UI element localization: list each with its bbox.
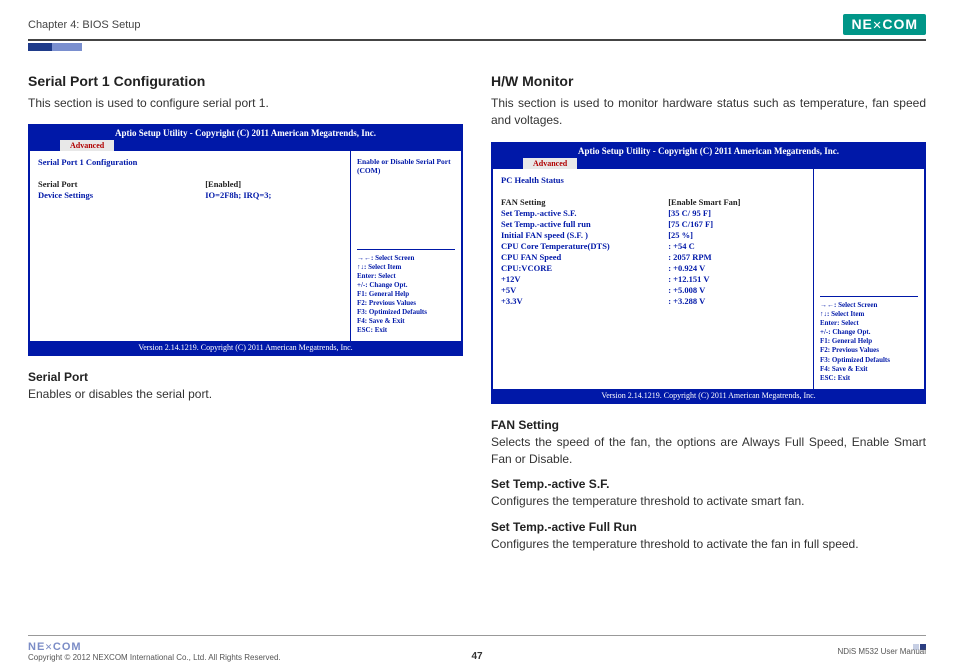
bios-setting-row[interactable]: Device SettingsIO=2F8h; IRQ=3; [38, 190, 342, 200]
bios-title: Aptio Setup Utility - Copyright (C) 2011… [30, 126, 461, 140]
bios-main-panel: Serial Port 1 Configuration Serial Port[… [30, 151, 351, 341]
bios-setting-row[interactable]: +5V: +5.008 V [501, 285, 805, 295]
bios-help-line: ESC: Exit [820, 374, 918, 383]
section-title-hwmon: H/W Monitor [491, 73, 926, 89]
bios-setting-row[interactable]: Set Temp.-active S.F.[35 C/ 95 F] [501, 208, 805, 218]
subdesc-serial-port: Enables or disables the serial port. [28, 386, 463, 403]
bios-heading: PC Health Status [501, 175, 805, 185]
bios-help-keys: →←: Select Screen↑↓: Select ItemEnter: S… [357, 249, 455, 336]
bios-window-serial: Aptio Setup Utility - Copyright (C) 2011… [28, 124, 463, 356]
subheading-set-temp-full: Set Temp.-active Full Run [491, 520, 926, 534]
bios-help-keys: →←: Select Screen↑↓: Select ItemEnter: S… [820, 296, 918, 383]
bios-tabs: Advanced [493, 158, 924, 169]
bios-tab-advanced[interactable]: Advanced [523, 158, 577, 169]
subheading-set-temp-sf: Set Temp.-active S.F. [491, 477, 926, 491]
page-header: Chapter 4: BIOS Setup NE✕COM [28, 14, 926, 41]
bios-tabs: Advanced [30, 140, 461, 151]
bios-help-line: F2: Previous Values [820, 346, 918, 355]
right-column: H/W Monitor This section is used to moni… [491, 73, 926, 553]
section-desc-hwmon: This section is used to monitor hardware… [491, 95, 926, 130]
subheading-serial-port: Serial Port [28, 370, 463, 384]
subheading-fan-setting: FAN Setting [491, 418, 926, 432]
bios-help-line: F4: Save & Exit [357, 317, 455, 326]
bios-help-line: F1: General Help [820, 337, 918, 346]
bios-help-line: Enter: Select [820, 319, 918, 328]
bios-title: Aptio Setup Utility - Copyright (C) 2011… [493, 144, 924, 158]
bios-help-line: F2: Previous Values [357, 299, 455, 308]
bios-help-line: ↑↓: Select Item [357, 263, 455, 272]
left-column: Serial Port 1 Configuration This section… [28, 73, 463, 553]
footer-copyright: Copyright © 2012 NEXCOM International Co… [28, 653, 281, 662]
header-ribbon [28, 43, 926, 51]
bios-setting-row[interactable]: Serial Port[Enabled] [38, 179, 342, 189]
bios-setting-row[interactable]: FAN Setting[Enable Smart Fan] [501, 197, 805, 207]
bios-help-line: F3: Optimized Defaults [820, 356, 918, 365]
bios-help-line: ↑↓: Select Item [820, 310, 918, 319]
bios-help-line: +/-: Change Opt. [820, 328, 918, 337]
bios-side-panel: Enable or Disable Serial Port (COM) →←: … [351, 151, 461, 341]
bios-help-line: ESC: Exit [357, 326, 455, 335]
bios-setting-row[interactable]: Set Temp.-active full run[75 C/167 F] [501, 219, 805, 229]
page-number: 47 [471, 651, 482, 662]
bios-setting-row[interactable]: Initial FAN speed (S.F. )[25 %] [501, 230, 805, 240]
company-logo: NE✕COM [843, 14, 926, 35]
subdesc-set-temp-sf: Configures the temperature threshold to … [491, 493, 926, 510]
bios-help-line: →←: Select Screen [820, 301, 918, 310]
bios-help-line: Enter: Select [357, 272, 455, 281]
bios-main-panel: PC Health Status FAN Setting[Enable Smar… [493, 169, 814, 389]
bios-help-line: →←: Select Screen [357, 254, 455, 263]
bios-hint [820, 175, 918, 296]
bios-setting-row[interactable]: CPU FAN Speed: 2057 RPM [501, 252, 805, 262]
section-title-serial: Serial Port 1 Configuration [28, 73, 463, 89]
bios-side-panel: →←: Select Screen↑↓: Select ItemEnter: S… [814, 169, 924, 389]
subdesc-set-temp-full: Configures the temperature threshold to … [491, 536, 926, 553]
bios-setting-row[interactable]: +3.3V: +3.288 V [501, 296, 805, 306]
bios-setting-row[interactable]: CPU Core Temperature(DTS): +54 C [501, 241, 805, 251]
bios-footer: Version 2.14.1219. Copyright (C) 2011 Am… [493, 389, 924, 402]
bios-help-line: F3: Optimized Defaults [357, 308, 455, 317]
chapter-title: Chapter 4: BIOS Setup [28, 19, 141, 31]
bios-setting-row[interactable]: CPU:VCORE: +0.924 V [501, 263, 805, 273]
bios-heading: Serial Port 1 Configuration [38, 157, 342, 167]
bios-window-hwmon: Aptio Setup Utility - Copyright (C) 2011… [491, 142, 926, 404]
section-desc-serial: This section is used to configure serial… [28, 95, 463, 112]
bios-help-line: F1: General Help [357, 290, 455, 299]
bios-help-line: F4: Save & Exit [820, 365, 918, 374]
subdesc-fan-setting: Selects the speed of the fan, the option… [491, 434, 926, 468]
bios-help-line: +/-: Change Opt. [357, 281, 455, 290]
footer-logo: NE✕COM [28, 641, 82, 653]
footer-manual: NDiS M532 User Manual [838, 647, 926, 656]
bios-setting-row[interactable]: +12V: +12.151 V [501, 274, 805, 284]
bios-tab-advanced[interactable]: Advanced [60, 140, 114, 151]
bios-footer: Version 2.14.1219. Copyright (C) 2011 Am… [30, 341, 461, 354]
bios-hint: Enable or Disable Serial Port (COM) [357, 157, 455, 248]
